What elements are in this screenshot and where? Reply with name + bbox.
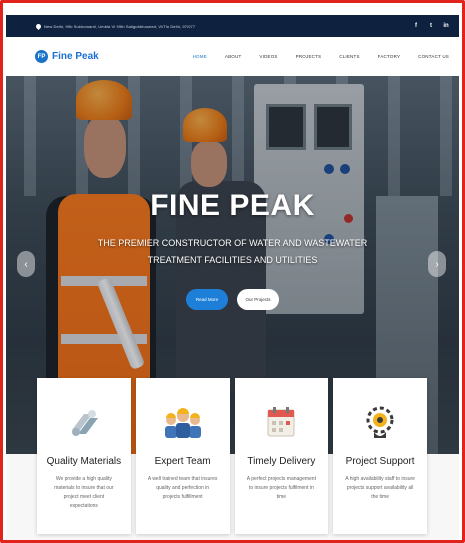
feature-description: A high availability staff to insure proj… [345,476,415,500]
address-info: New Delhi, 99b Sukhomanti, Umbla Vl 99th… [34,22,196,30]
twitter-icon[interactable]: t [428,23,434,29]
feature-card-quality-materials[interactable]: Quality Materials We provide a high qual… [37,378,131,534]
hero-title: FINE PEAK [150,189,315,222]
hero-subtitle: THE PREMIER CONSTRUCTOR OF WATER AND WAS… [6,235,459,269]
nav-item-videos[interactable]: VIDEOS [259,54,277,59]
nav-item-home[interactable]: HOME [193,54,207,59]
team-icon [164,408,201,438]
hero-buttons: Read More Our Projects [6,289,459,310]
nav-item-contact-us[interactable]: CONTACT US [418,54,449,59]
nav-item-about[interactable]: ABOUT [225,54,242,59]
linkedin-icon[interactable]: in [443,23,449,29]
feature-title: Timely Delivery [247,456,316,467]
feature-description: A well trained team that insures quality… [147,476,218,500]
address-text: New Delhi, 99b Sukhomanti, Umbla Vl 99th… [44,23,196,29]
page-frame: New Delhi, 99b Sukhomanti, Umbla Vl 99th… [0,0,465,543]
pipe-icon [71,410,98,436]
feature-card-project-support[interactable]: Project Support A high availability staf… [333,378,427,534]
feature-description: A perfect projects management to insure … [246,476,316,500]
hero-content: FINE PEAK THE PREMIER CONSTRUCTOR OF WAT… [6,189,459,310]
feature-cards: Quality Materials We provide a high qual… [37,378,427,534]
social-links: f t in [413,23,449,29]
hero-subtitle-line-2: TREATMENT FACILITIES AND UTILITIES [147,255,318,265]
hero-subtitle-line-1: THE PREMIER CONSTRUCTOR OF WATER AND WAS… [97,238,368,248]
calendar-icon [267,407,295,437]
location-icon [34,22,43,30]
nav-item-factory[interactable]: FACTORY [378,54,401,59]
our-projects-button[interactable]: Our Projects [237,289,279,310]
feature-card-timely-delivery[interactable]: Timely Delivery A perfect projects manag… [234,378,329,534]
top-info-bar: New Delhi, 99b Sukhomanti, Umbla Vl 99th… [6,15,459,37]
feature-title: Expert Team [154,456,211,467]
nav-menu: HOME ABOUT VIDEOS PROJECTS CLIENTS FACTO… [193,54,449,59]
feature-title: Quality Materials [46,456,122,467]
feature-title: Project Support [345,456,415,467]
feature-description: We provide a high quality materials to i… [54,476,114,509]
feature-card-expert-team[interactable]: Expert Team A well trained team that ins… [135,378,230,534]
brand-name: Fine Peak [52,51,99,62]
nav-item-clients[interactable]: CLIENTS [339,54,359,59]
main-navbar: FP Fine Peak HOME ABOUT VIDEOS PROJECTS … [6,37,459,76]
nav-item-projects[interactable]: PROJECTS [296,54,322,59]
brand-logo[interactable]: FP Fine Peak [35,50,99,63]
support-icon [366,406,394,438]
facebook-icon[interactable]: f [413,23,419,29]
logo-mark-icon: FP [35,50,48,63]
read-more-button[interactable]: Read More [186,289,228,310]
